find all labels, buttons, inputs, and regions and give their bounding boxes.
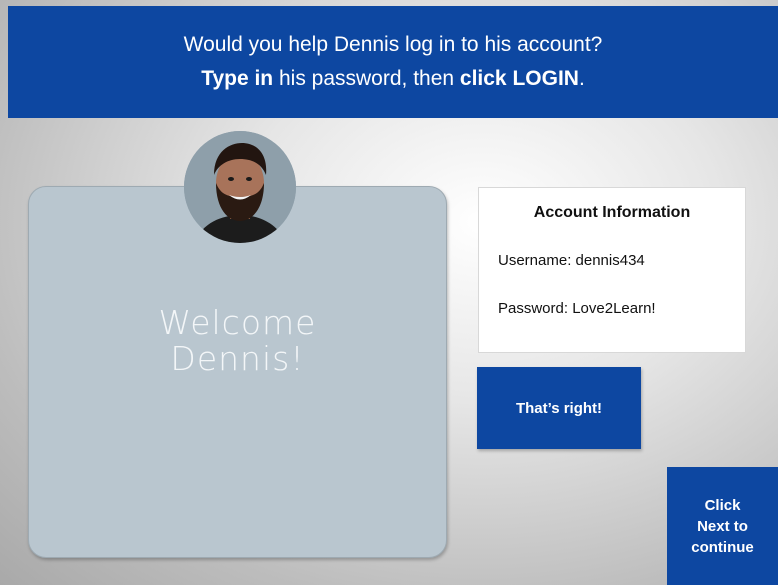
user-avatar bbox=[184, 131, 296, 243]
next-button-line-1: Click bbox=[704, 496, 741, 514]
next-button-line-2: Next to bbox=[697, 517, 748, 535]
instruction-banner: Would you help Dennis log in to his acco… bbox=[8, 6, 778, 118]
instruction-text-middle: his password, then bbox=[273, 67, 460, 90]
next-button[interactable]: Click Next to continue bbox=[667, 467, 778, 585]
next-button-line-3: continue bbox=[691, 538, 754, 556]
welcome-line-2: Dennis! bbox=[170, 339, 305, 378]
instruction-emphasis-type-in: Type in bbox=[201, 67, 274, 90]
account-information-panel: Account Information Username: dennis434 … bbox=[478, 187, 746, 353]
instruction-line-1: Would you help Dennis log in to his acco… bbox=[183, 33, 603, 56]
instruction-period: . bbox=[578, 67, 585, 90]
instruction-line-2: Type in his password, then click LOGIN. bbox=[8, 62, 778, 96]
thats-right-button[interactable]: That’s right! bbox=[477, 367, 641, 449]
instruction-emphasis-click-login: click LOGIN bbox=[459, 67, 579, 90]
username-text: Username: dennis434 bbox=[498, 252, 645, 269]
avatar-portrait-icon bbox=[184, 131, 296, 243]
account-information-title: Account Information bbox=[533, 204, 691, 221]
welcome-message: Welcome Dennis! bbox=[29, 305, 446, 377]
password-text: Password: Love2Learn! bbox=[498, 300, 656, 317]
welcome-line-1: Welcome bbox=[158, 303, 317, 342]
